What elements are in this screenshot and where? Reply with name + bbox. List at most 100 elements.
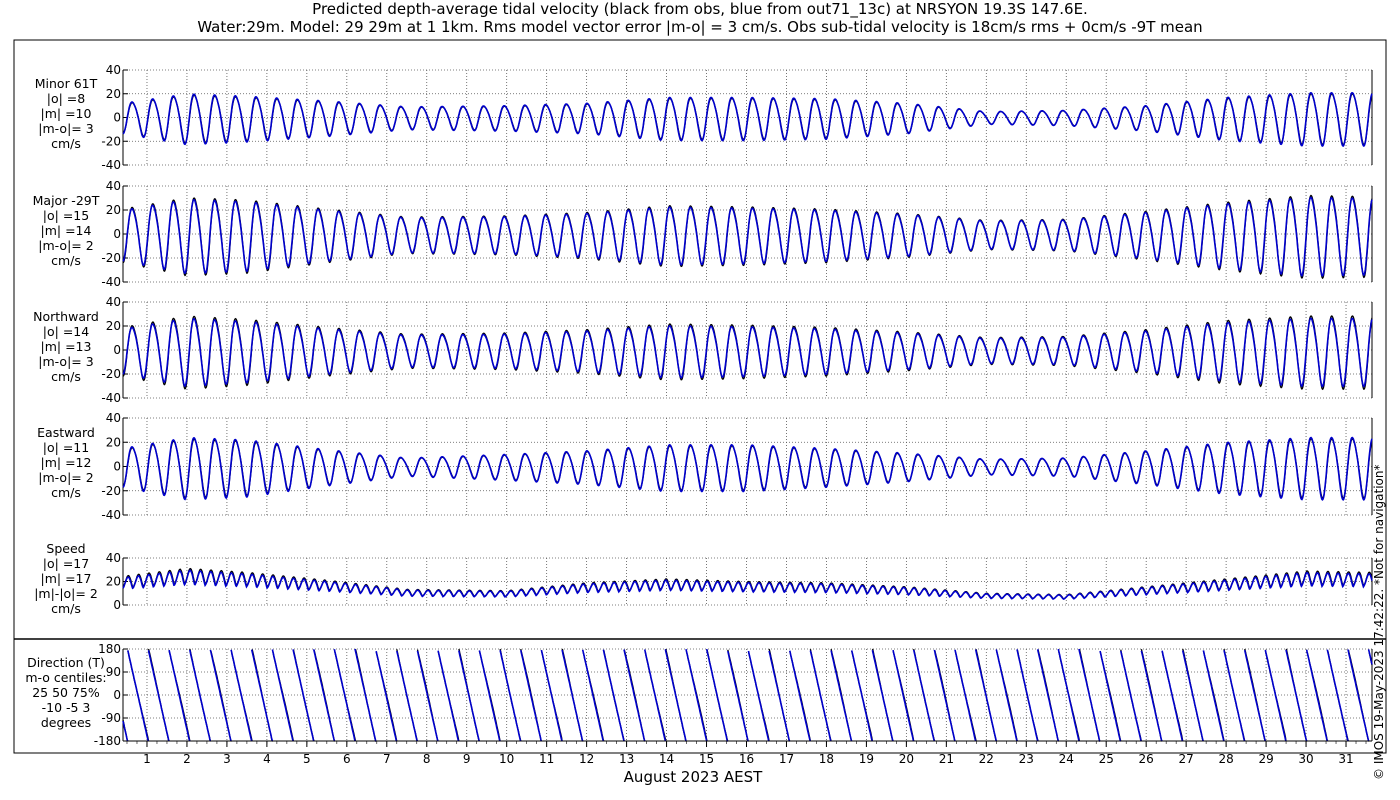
x-tick-label: 23	[1019, 752, 1034, 766]
x-tick-label: 12	[579, 752, 594, 766]
panel-label-line: -10 -5 3	[42, 700, 91, 715]
panel-label-line: m-o centiles:	[25, 670, 106, 685]
panel-label-line: Eastward	[37, 425, 95, 440]
x-tick-label: 5	[303, 752, 311, 766]
y-tick-label: 0	[113, 111, 121, 125]
x-tick-label: 21	[939, 752, 954, 766]
panel-label-line: Minor 61T	[35, 76, 98, 91]
panel-major: -40 -20 0 20 40 Major -29T|o| =15|m| =14|m-o|…	[33, 179, 1373, 289]
panel-label-line: |m| =10	[41, 106, 92, 121]
panel-label-line: cm/s	[51, 136, 81, 151]
x-tick-label: 20	[899, 752, 914, 766]
panel-label-line: |o| =14	[43, 324, 89, 339]
x-tick-label: 16	[739, 752, 754, 766]
y-tick-label: 20	[106, 435, 121, 449]
copyright-stamp: © IMOS 19-May-2023 17:42:22. *Not for na…	[1372, 464, 1386, 781]
series-model	[122, 91, 1373, 148]
panel-label-line: |m-o|= 2	[38, 238, 93, 253]
y-tick-label: 0	[113, 460, 121, 474]
x-tick-label: 6	[343, 752, 351, 766]
x-tick-label: 14	[659, 752, 674, 766]
panel-label-line: |m-o|= 2	[38, 470, 93, 485]
y-tick-label: -40	[101, 275, 121, 289]
x-tick-label: 2	[183, 752, 191, 766]
y-tick-label: 180	[98, 642, 121, 656]
x-tick-label: 9	[463, 752, 471, 766]
panel-minor: -40 -20 0 20 40 Minor 61T|o| =8|m| =10|m-o|= …	[35, 63, 1373, 172]
panel-label-line: cm/s	[51, 253, 81, 268]
x-tick-label: 27	[1179, 752, 1194, 766]
y-tick-label: 40	[106, 63, 121, 77]
y-tick-label: 0	[113, 343, 121, 357]
x-tick-label: 15	[699, 752, 714, 766]
panel-label-line: Northward	[33, 309, 99, 324]
y-tick-label: -20	[101, 251, 121, 265]
panel-label-line: |o| =15	[43, 208, 89, 223]
y-tick-label: -20	[101, 484, 121, 498]
panel-label-line: |m-o|= 3	[38, 121, 93, 136]
outer-frame	[13, 39, 1387, 754]
y-tick-label: -40	[101, 508, 121, 522]
x-tick-label: 18	[819, 752, 834, 766]
x-tick-label: 4	[263, 752, 271, 766]
x-tick-label: 31	[1338, 752, 1353, 766]
y-tick-label: -180	[94, 734, 121, 748]
x-tick-label: 13	[619, 752, 634, 766]
x-tick-label: 3	[223, 752, 231, 766]
panel-label-line: |m|-|o|= 2	[34, 586, 98, 601]
x-tick-label: 1	[143, 752, 151, 766]
y-tick-label: -40	[101, 158, 121, 172]
x-tick-label: 7	[383, 752, 391, 766]
x-tick-label: 10	[499, 752, 514, 766]
x-tick-label: 30	[1298, 752, 1313, 766]
tidal-velocity-chart: -40-2002040Minor 61T|o| =8|m| =10|m-o|= …	[13, 39, 1387, 766]
y-tick-label: -20	[101, 134, 121, 148]
panel-label-line: Direction (T)	[27, 655, 105, 670]
y-tick-label: 20	[106, 203, 121, 217]
x-tick-label: 24	[1059, 752, 1074, 766]
panel-label-line: cm/s	[51, 485, 81, 500]
y-tick-label: 20	[106, 575, 121, 589]
x-tick-label: 19	[859, 752, 874, 766]
y-tick-label: -20	[101, 367, 121, 381]
panel-label-line: 25 50 75%	[32, 685, 100, 700]
x-tick-label: 8	[423, 752, 431, 766]
x-tick-label: 17	[779, 752, 794, 766]
series-model	[122, 569, 1373, 600]
panel-label-line: cm/s	[51, 601, 81, 616]
y-tick-label: -40	[101, 391, 121, 405]
y-tick-label: 0	[113, 688, 121, 702]
panel-speed: 0 20 40 Speed|o| =17|m| =17|m|-|o|= 2cm/s	[34, 541, 1373, 616]
y-tick-label: 40	[106, 295, 121, 309]
panel-label-line: |m| =14	[41, 223, 92, 238]
y-tick-label: 20	[106, 87, 121, 101]
panel-direction: -180 -90 0 90 180Direction (T)m-o centiles:2…	[25, 642, 1373, 748]
x-tick-label: 29	[1258, 752, 1273, 766]
x-tick-label: 28	[1218, 752, 1233, 766]
panel-label-line: |m-o|= 3	[38, 354, 93, 369]
x-axis: 1 2 3 4 5 6 7 8 9 10 11 12 13 14 15 16 17 18 19 20 21 22 23 24 2…	[123, 740, 1372, 766]
y-tick-label: 20	[106, 319, 121, 333]
y-tick-label: 40	[106, 179, 121, 193]
panel-label-line: |o| =17	[43, 556, 89, 571]
panel-eastward: -40 -20 0 20 40 Eastward|o| =11|m| =12|m-o|= …	[37, 411, 1373, 522]
y-tick-label: 90	[106, 665, 121, 679]
x-tick-label: 26	[1139, 752, 1154, 766]
panel-label-line: |m| =12	[41, 455, 92, 470]
x-axis-label: August 2023 AEST	[623, 768, 763, 786]
panel-label-line: Speed	[46, 541, 85, 556]
x-tick-label: 25	[1099, 752, 1114, 766]
panel-label-line: |m| =13	[41, 339, 92, 354]
y-tick-label: 0	[113, 227, 121, 241]
x-tick-label: 11	[539, 752, 554, 766]
y-tick-label: 40	[106, 411, 121, 425]
y-tick-label: 0	[113, 598, 121, 612]
panel-northward: -40 -20 0 20 40 Northward|o| =14|m| =13|m-o|=…	[33, 295, 1373, 405]
y-tick-label: -90	[101, 711, 121, 725]
panel-label-line: Major -29T	[33, 193, 100, 208]
panel-label-line: |m| =17	[41, 571, 92, 586]
y-tick-label: 40	[106, 551, 121, 565]
panel-label-line: |o| =11	[43, 440, 89, 455]
x-tick-label: 22	[979, 752, 994, 766]
panel-label-line: cm/s	[51, 369, 81, 384]
